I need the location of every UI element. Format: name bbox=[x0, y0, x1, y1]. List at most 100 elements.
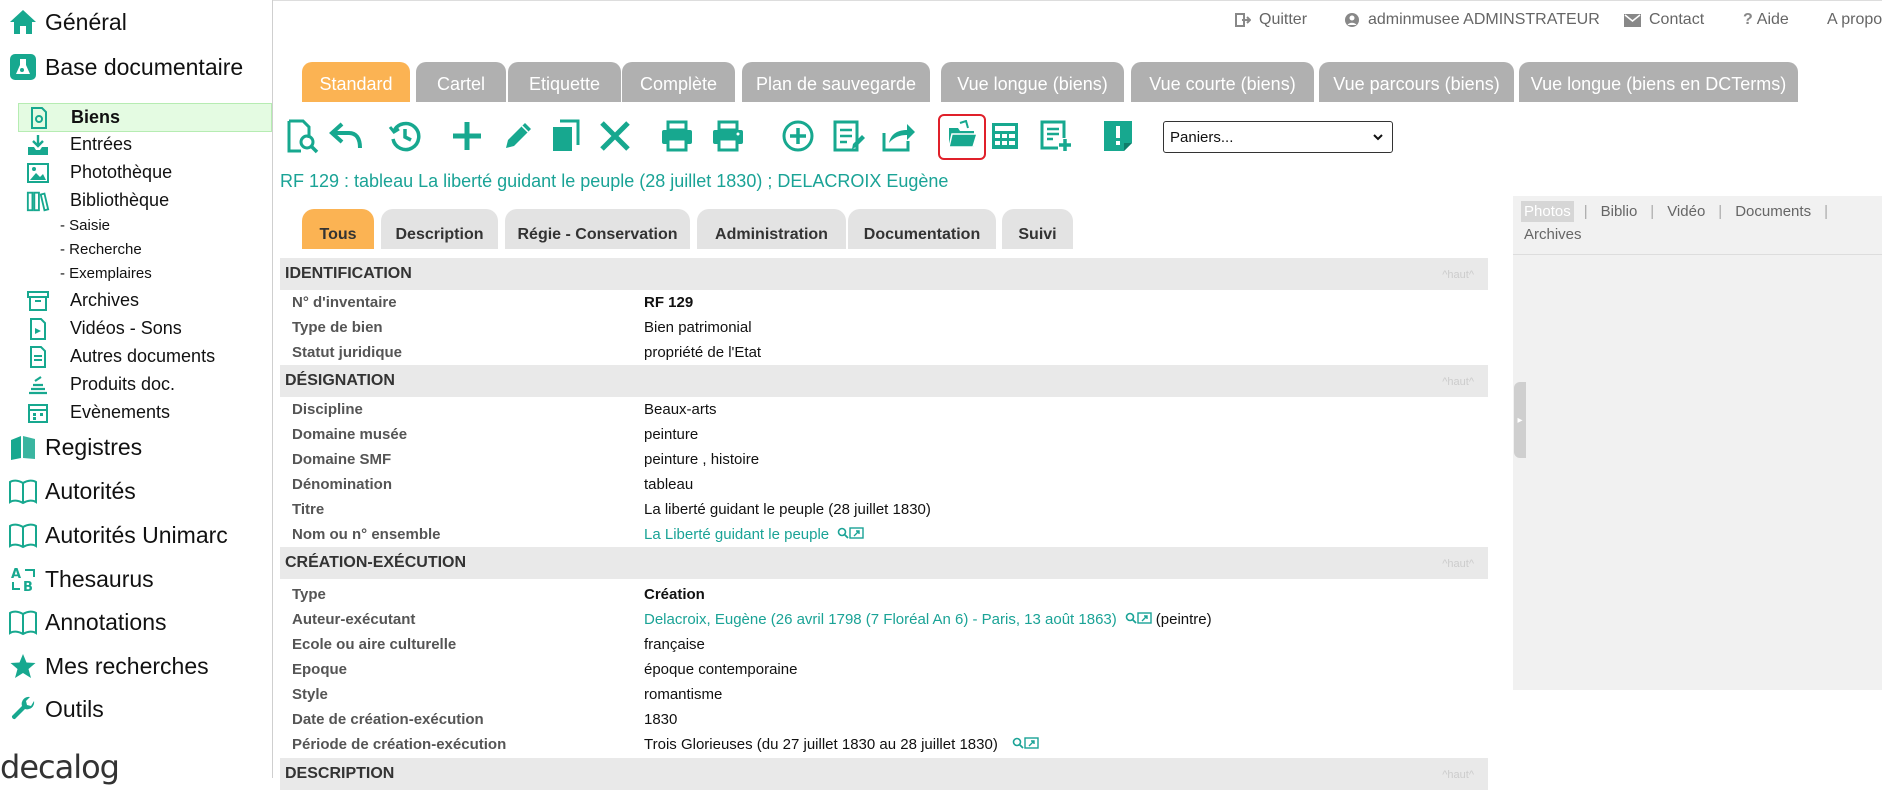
history-button[interactable] bbox=[385, 118, 425, 158]
print-alt-icon bbox=[711, 120, 745, 157]
section-tab-administration[interactable]: Administration bbox=[697, 209, 846, 249]
sidebar-item-label: Registres bbox=[45, 433, 143, 460]
sidebar-item-produits-doc[interactable]: Produits doc. bbox=[18, 371, 270, 398]
section-tab-suivi[interactable]: Suivi bbox=[1002, 209, 1073, 249]
sidebar-item-base-documentaire[interactable]: Base documentaire bbox=[0, 50, 243, 84]
period-value: Trois Glorieuses (du 27 juillet 1830 au … bbox=[644, 736, 998, 753]
contact-link[interactable]: Contact bbox=[1624, 11, 1704, 29]
duplicate-button[interactable] bbox=[545, 118, 585, 158]
open-record-icon[interactable] bbox=[1137, 611, 1152, 628]
field-label: Dénomination bbox=[292, 476, 392, 493]
library-saisie-link[interactable]: - Saisie bbox=[60, 217, 110, 234]
calculator-button[interactable] bbox=[985, 118, 1025, 158]
view-tab-cartel[interactable]: Cartel bbox=[416, 62, 506, 102]
view-tab-vue-longue[interactable]: Vue longue (biens) bbox=[941, 62, 1124, 102]
media-tab-biblio[interactable]: Biblio bbox=[1598, 201, 1641, 222]
sidebar-item-registres[interactable]: Registres bbox=[0, 430, 142, 464]
sidebar-item-outils[interactable]: Outils bbox=[0, 692, 104, 726]
view-tab-etiquette[interactable]: Etiquette bbox=[508, 62, 621, 102]
help-link[interactable]: ? Aide bbox=[1743, 11, 1789, 29]
library-exemplaires-link[interactable]: - Exemplaires bbox=[60, 265, 152, 282]
export-button[interactable] bbox=[879, 118, 919, 158]
section-tab-description[interactable]: Description bbox=[381, 209, 498, 249]
basket-select[interactable]: Paniers... bbox=[1163, 121, 1393, 153]
sidebar-item-entrees[interactable]: Entrées bbox=[18, 131, 270, 158]
back-to-top-link[interactable]: ^haut^ bbox=[1442, 558, 1474, 570]
view-tab-standard[interactable]: Standard bbox=[302, 62, 410, 102]
add-button[interactable] bbox=[447, 118, 487, 158]
media-tab-documents[interactable]: Documents bbox=[1732, 201, 1814, 222]
open-record-icon[interactable] bbox=[1024, 736, 1039, 753]
back-to-top-link[interactable]: ^haut^ bbox=[1442, 769, 1474, 781]
open-record-icon[interactable] bbox=[849, 526, 864, 543]
quit-link[interactable]: Quitter bbox=[1235, 11, 1307, 29]
sidebar-item-autres-documents[interactable]: Autres documents bbox=[18, 343, 270, 370]
field-value: française bbox=[644, 636, 705, 653]
sidebar-item-biens[interactable]: Biens bbox=[18, 103, 272, 132]
alert-note-button[interactable] bbox=[1098, 118, 1138, 158]
section-header-identification: IDENTIFICATION ^haut^ bbox=[280, 258, 1488, 290]
field-label: Epoque bbox=[292, 661, 347, 678]
search-record-button[interactable] bbox=[282, 118, 322, 158]
record-content: IDENTIFICATION ^haut^ N° d'inventaire RF … bbox=[280, 258, 1488, 790]
sidebar-item-autorites[interactable]: Autorités bbox=[0, 474, 136, 508]
media-tab-photos[interactable]: Photos bbox=[1521, 201, 1574, 222]
contact-label: Contact bbox=[1649, 11, 1705, 28]
view-tab-vue-dcterms[interactable]: Vue longue (biens en DCTerms) bbox=[1519, 62, 1798, 102]
magnifier-icon[interactable] bbox=[837, 526, 849, 543]
section-tab-tous[interactable]: Tous bbox=[302, 209, 374, 249]
sidebar-item-mes-recherches[interactable]: Mes recherches bbox=[0, 649, 209, 683]
sidebar-item-general[interactable]: Général bbox=[0, 5, 127, 39]
basket-select-value: Paniers... bbox=[1170, 128, 1234, 146]
sidebar-item-annotations[interactable]: Annotations bbox=[0, 605, 166, 639]
sidebar-item-autorites-unimarc[interactable]: Autorités Unimarc bbox=[0, 518, 228, 552]
magnifier-icon[interactable] bbox=[1012, 736, 1024, 753]
ensemble-link[interactable]: La Liberté guidant le peuple bbox=[644, 526, 829, 543]
media-tab-video[interactable]: Vidéo bbox=[1664, 201, 1708, 222]
about-link[interactable]: A propos bbox=[1827, 11, 1882, 29]
sidebar-item-thesaurus[interactable]: AB Thesaurus bbox=[0, 562, 154, 596]
back-to-top-link[interactable]: ^haut^ bbox=[1442, 376, 1474, 388]
decalog-logo: decalog bbox=[0, 748, 120, 786]
magnifier-icon[interactable] bbox=[1125, 611, 1137, 628]
library-recherche-link[interactable]: - Recherche bbox=[60, 241, 142, 258]
sidebar-item-bibliotheque[interactable]: Bibliothèque bbox=[18, 187, 270, 214]
add-circle-button[interactable] bbox=[778, 118, 818, 158]
edit-button[interactable] bbox=[498, 118, 538, 158]
user-icon bbox=[1344, 12, 1360, 28]
view-tab-complete[interactable]: Complète bbox=[622, 62, 735, 102]
open-folder-button[interactable] bbox=[938, 114, 986, 160]
open-book-icon bbox=[5, 520, 41, 550]
back-button[interactable] bbox=[326, 118, 366, 158]
delete-button[interactable] bbox=[595, 118, 635, 158]
back-icon bbox=[329, 120, 363, 157]
print-alt-button[interactable] bbox=[708, 118, 748, 158]
view-tab-vue-courte[interactable]: Vue courte (biens) bbox=[1131, 62, 1314, 102]
sidebar-item-phototheque[interactable]: Photothèque bbox=[18, 159, 270, 186]
field-row: Nom ou n° ensemble La Liberté guidant le… bbox=[280, 522, 1488, 547]
edit-list-button[interactable] bbox=[829, 118, 869, 158]
image-icon bbox=[26, 161, 50, 185]
sidebar-item-videos-sons[interactable]: Vidéos - Sons bbox=[18, 315, 270, 342]
section-tab-regie-conservation[interactable]: Régie - Conservation bbox=[505, 209, 690, 249]
user-link[interactable]: adminmusee ADMINSTRATEUR bbox=[1344, 11, 1600, 29]
print-button[interactable] bbox=[657, 118, 697, 158]
sidebar-item-label: Biens bbox=[71, 107, 121, 127]
new-document-icon bbox=[1039, 119, 1073, 158]
view-tab-vue-parcours[interactable]: Vue parcours (biens) bbox=[1319, 62, 1514, 102]
panel-collapse-handle[interactable]: ▸ bbox=[1514, 382, 1526, 458]
back-to-top-link[interactable]: ^haut^ bbox=[1442, 269, 1474, 281]
chevron-down-icon bbox=[1372, 130, 1384, 147]
field-row: Type Création bbox=[280, 582, 1488, 607]
media-tab-archives[interactable]: Archives bbox=[1521, 224, 1585, 245]
field-row: Date de création-exécution 1830 bbox=[280, 707, 1488, 732]
open-book-icon bbox=[5, 476, 41, 506]
new-document-button[interactable] bbox=[1036, 118, 1076, 158]
section-tab-documentation[interactable]: Documentation bbox=[848, 209, 996, 249]
sidebar-item-label: Autorités Unimarc bbox=[45, 521, 228, 548]
author-link[interactable]: Delacroix, Eugène (26 avril 1798 (7 Flor… bbox=[644, 611, 1117, 628]
sidebar-item-evenements[interactable]: Evènements bbox=[18, 399, 270, 426]
section-title: IDENTIFICATION bbox=[285, 265, 412, 282]
view-tab-plan-sauvegarde[interactable]: Plan de sauvegarde bbox=[742, 62, 930, 102]
sidebar-item-archives[interactable]: Archives bbox=[18, 287, 270, 314]
